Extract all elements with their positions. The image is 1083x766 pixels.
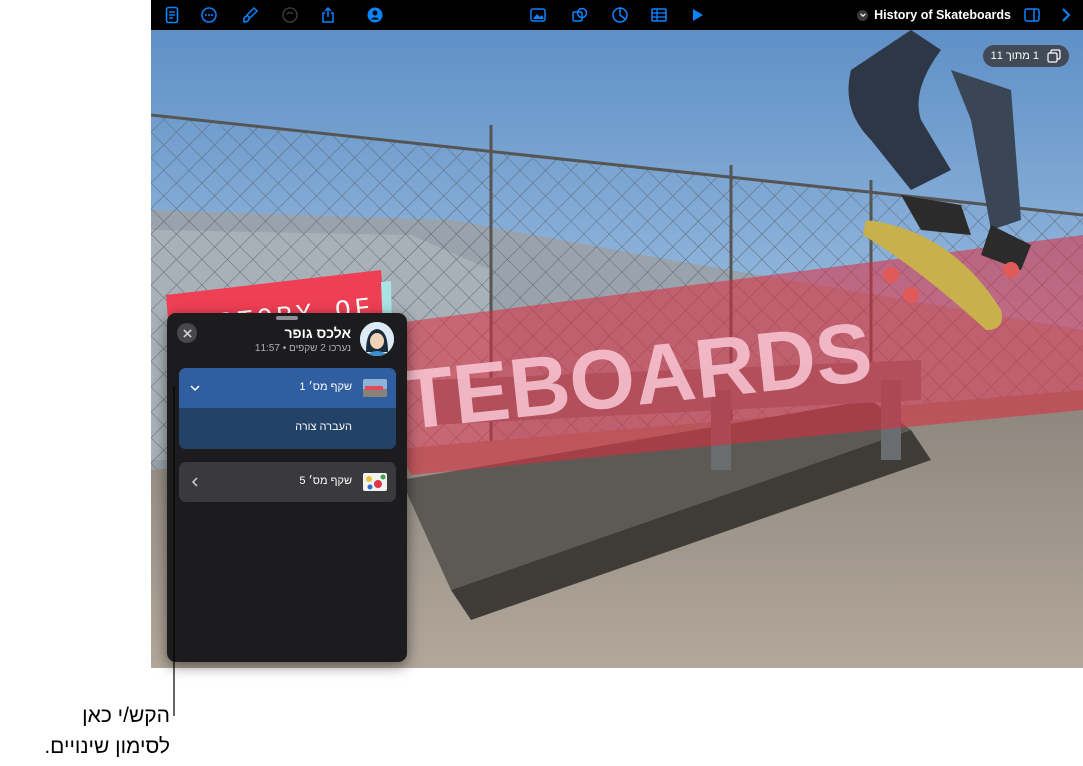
- avatar: [360, 322, 394, 356]
- close-icon: [182, 328, 192, 338]
- callout-line-2: לסימון שינויים.: [44, 735, 170, 758]
- user-edit-summary: נערכו 2 שקפים • 11:57: [254, 343, 351, 354]
- document-icon[interactable]: [161, 4, 183, 26]
- callout-line-1: הקש/י כאן: [82, 704, 170, 727]
- activity-panel: אלכס גופר נערכו 2 שקפים • 11:57 שקף מס׳ …: [167, 313, 407, 662]
- panel-grabber[interactable]: [276, 316, 298, 320]
- toolbar: History of Skateboards: [151, 0, 1083, 30]
- document-title-menu[interactable]: History of Skateboards: [857, 0, 1011, 30]
- table-icon[interactable]: [648, 4, 670, 26]
- slide-group-5: שקף מס׳ 5: [179, 462, 396, 502]
- slides-stack-icon: [1047, 49, 1061, 63]
- undo-icon[interactable]: [279, 4, 301, 26]
- callout-text: הקש/י כאן לסימון שינויים.: [0, 700, 170, 762]
- slide-group-1: שקף מס׳ 1 העברה צורה: [179, 368, 396, 449]
- slide-row-label: שקף מס׳ 5: [299, 475, 352, 487]
- chart-icon[interactable]: [609, 4, 631, 26]
- sidebar-icon[interactable]: [1021, 4, 1043, 26]
- slide-row-label: שקף מס׳ 1: [299, 381, 352, 393]
- chevron-left-icon: [187, 474, 203, 490]
- slide-counter-button[interactable]: 1 מתוך 11: [982, 45, 1069, 67]
- play-icon[interactable]: [686, 4, 708, 26]
- callout-line: [173, 386, 175, 716]
- collaborate-icon[interactable]: [364, 4, 386, 26]
- chevron-down-icon: [187, 380, 203, 396]
- change-label: העברה צורה: [295, 421, 352, 433]
- slide-row-5[interactable]: שקף מס׳ 5: [179, 462, 396, 502]
- change-thumbnail: [363, 425, 387, 431]
- share-icon[interactable]: [317, 4, 339, 26]
- change-row-shape-transform[interactable]: העברה צורה: [179, 408, 396, 449]
- slide-1-thumbnail: [363, 379, 387, 397]
- document-title: History of Skateboards: [874, 8, 1011, 22]
- chevron-down-icon: [857, 9, 869, 21]
- more-icon[interactable]: [198, 4, 220, 26]
- slide-5-thumbnail: [363, 473, 387, 491]
- format-brush-icon[interactable]: [239, 4, 261, 26]
- shapes-icon[interactable]: [569, 4, 591, 26]
- slide-counter-text: 1 מתוך 11: [990, 50, 1039, 62]
- close-button[interactable]: [177, 323, 197, 343]
- media-icon[interactable]: [527, 4, 549, 26]
- next-icon[interactable]: [1055, 4, 1077, 26]
- slide-row-1[interactable]: שקף מס׳ 1: [179, 368, 396, 408]
- user-name: אלכס גופר: [284, 325, 351, 341]
